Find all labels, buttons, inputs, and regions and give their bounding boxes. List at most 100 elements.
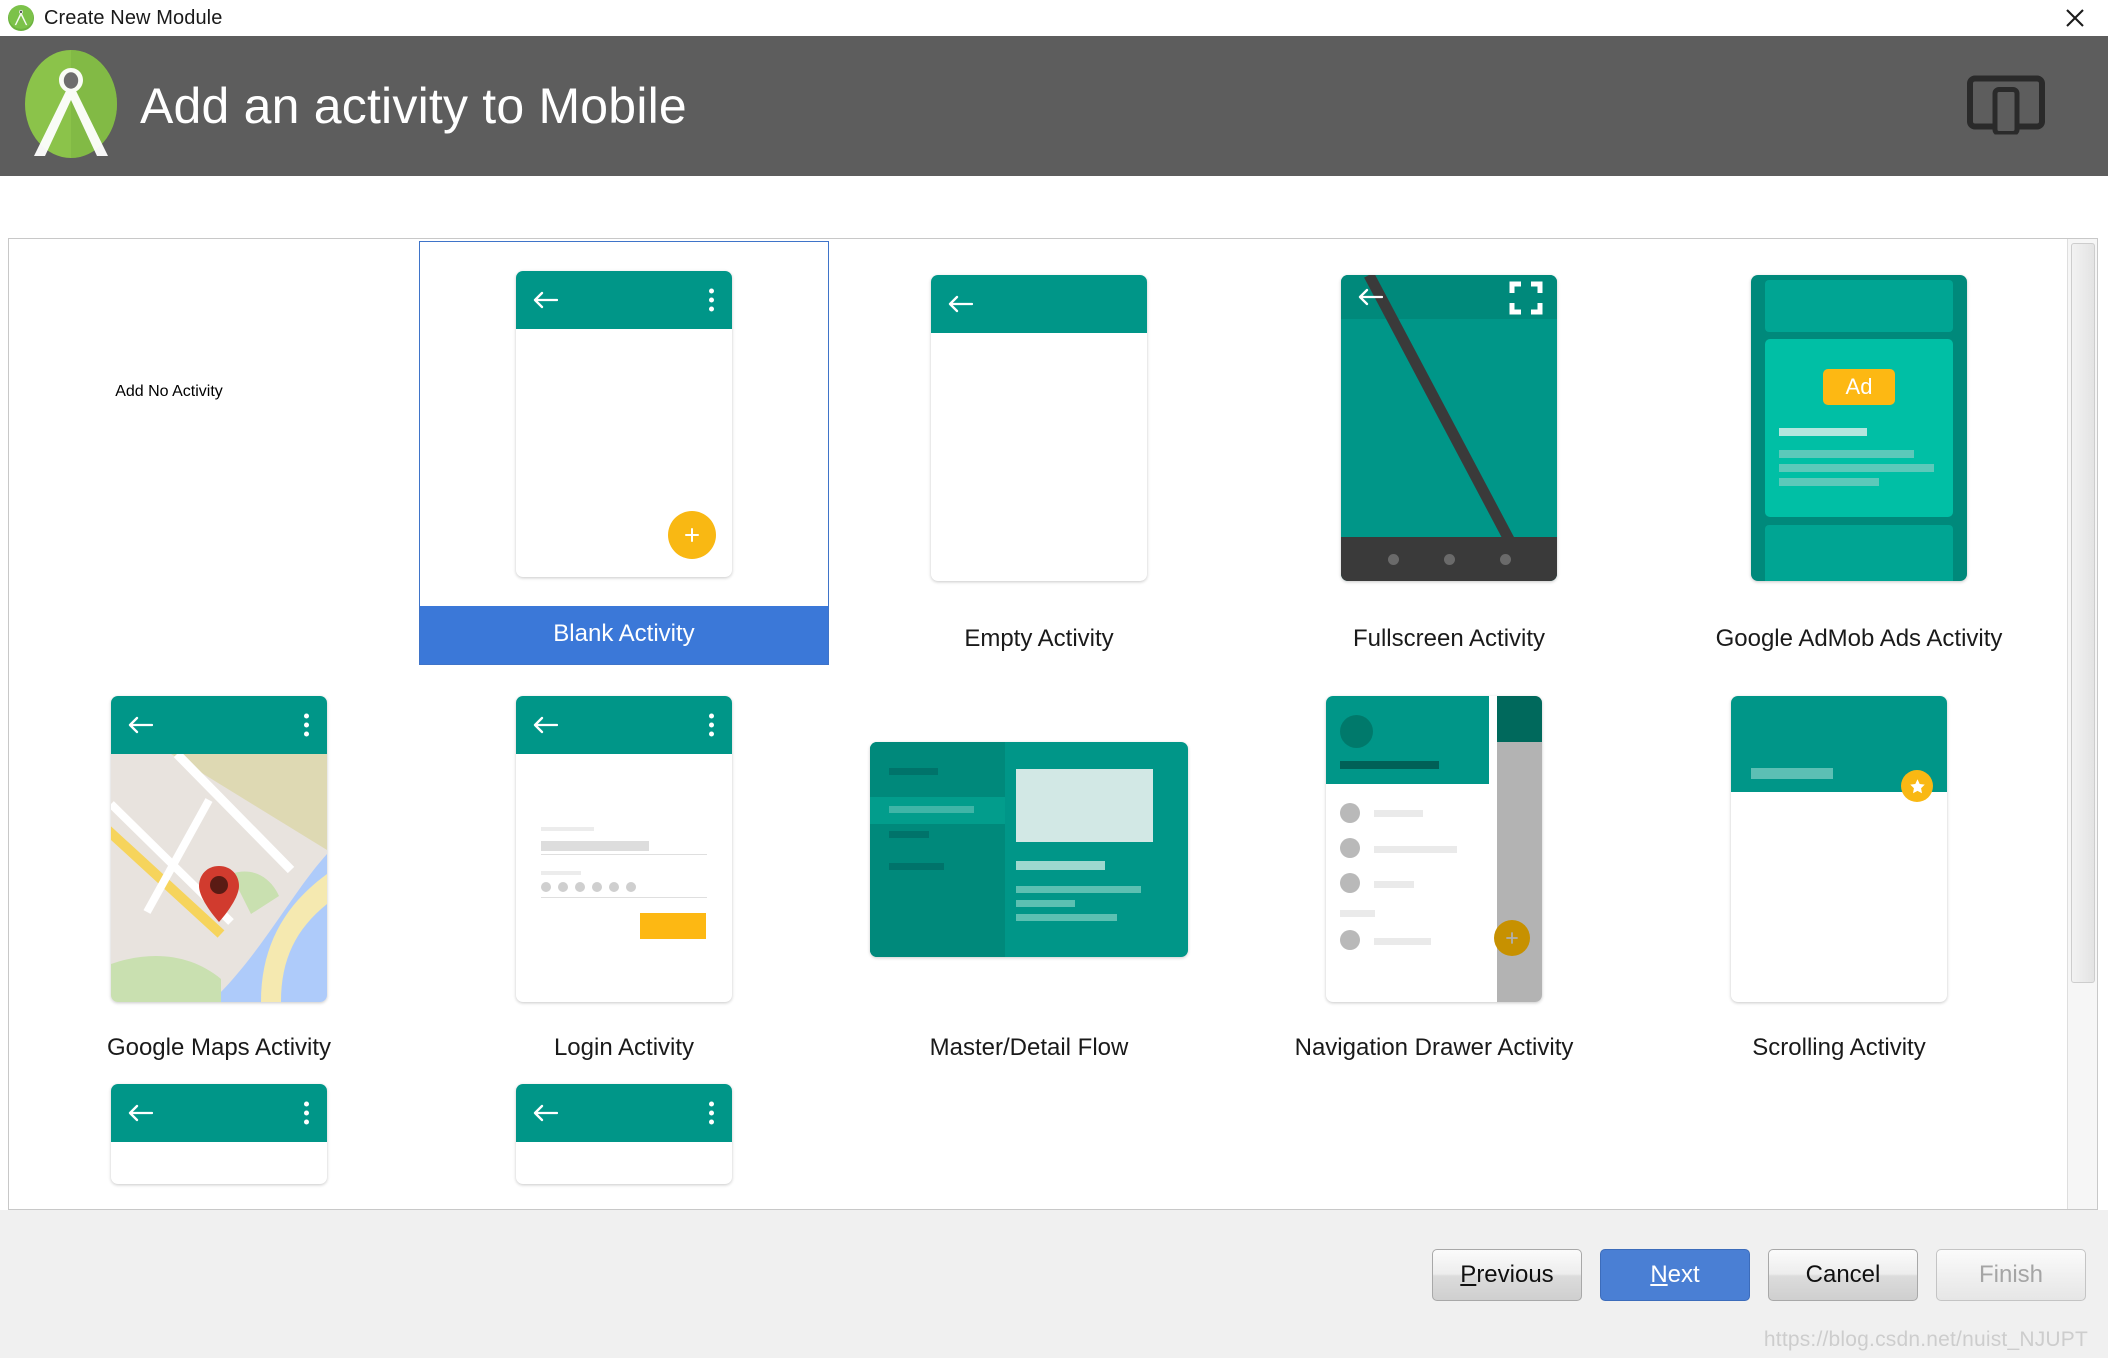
nav-dot [1387,553,1399,565]
footer-button-row: Previous Next Cancel Finish [1432,1249,2086,1301]
back-arrow-icon [948,295,973,313]
ad-content-block: Ad [1765,339,1953,517]
scrim-appbar [1497,696,1542,742]
drawer-header [1326,696,1489,784]
template-label: Navigation Drawer Activity [1294,1034,1574,1061]
template-card-login-activity[interactable]: Login Activity [424,674,824,1074]
floating-action-button [1901,770,1933,802]
vertical-scrollbar[interactable] [2067,239,2097,1209]
template-card-google-admob-ads-activity[interactable]: Ad Google AdMob Ads Activity [1654,241,2064,665]
app-bar-title-line [1751,768,1833,779]
detail-line [1016,860,1105,870]
phone-mock: Ad [1751,275,1967,581]
template-gallery-panel: Add No Activity Blank Activity Empty Act… [8,238,2098,1210]
next-button-label: ext [1667,1261,1700,1288]
template-label: Scrolling Activity [1752,1034,1926,1061]
drawer-item-icon [1340,873,1360,893]
app-bar [111,1084,327,1142]
ad-line [1779,478,1879,486]
drawer-item-icon [1340,803,1360,823]
template-card-navigation-drawer-activity[interactable]: Navigation Drawer Activity [1234,674,1634,1074]
template-thumbnail-fullscreen [1244,241,1654,615]
previous-button-label: revious [1476,1261,1554,1288]
field-value-line [541,841,649,851]
template-thumbnail-scrolling [1639,674,2039,1024]
template-card-scrolling-activity[interactable]: Scrolling Activity [1639,674,2039,1074]
nav-bar [1341,537,1557,581]
close-icon[interactable] [2060,3,2090,33]
phone-mock [931,275,1147,581]
field-label-line [541,827,594,831]
plus-icon [685,528,699,542]
overflow-menu-icon [304,713,309,737]
ad-line [1779,428,1867,436]
drawer-item-icon [1340,838,1360,858]
app-bar [516,696,732,754]
back-arrow-icon [128,716,153,734]
tablet-and-phone-icon[interactable] [1966,73,2046,140]
template-label: Blank Activity [420,606,828,664]
password-dots [541,882,636,892]
field-label-line [541,871,581,875]
fullscreen-icon [1509,281,1543,315]
template-card-partial-1[interactable] [19,1084,419,1204]
star-icon [1909,778,1925,793]
template-thumbnail-master-detail [829,674,1229,1024]
tablet-mock [870,741,1188,957]
overflow-menu-icon [709,288,714,312]
template-card-master-detail-flow[interactable]: Master/Detail Flow [829,674,1229,1074]
template-label: Google AdMob Ads Activity [1715,625,2003,652]
template-thumbnail-partial [19,1084,419,1204]
ad-bottom-block [1765,525,1953,581]
template-label: Login Activity [553,1034,695,1061]
app-bar [516,1084,732,1142]
avatar [1340,715,1373,748]
android-studio-glyph [14,9,28,26]
template-thumbnail-maps [19,674,419,1024]
template-thumbnail-empty [834,241,1244,615]
detail-line [1016,899,1075,907]
sign-in-button-mock [640,913,706,939]
template-card-partial-2[interactable] [424,1084,824,1204]
plus-icon [1506,932,1518,944]
template-card-fullscreen-activity[interactable]: Fullscreen Activity [1244,241,1654,665]
overflow-menu-icon [304,1101,309,1125]
list-line [889,805,974,813]
template-thumbnail-login [424,674,824,1024]
template-label: Master/Detail Flow [929,1034,1129,1061]
window-title-bar: Create New Module [0,0,2108,36]
list-line [889,830,929,838]
android-studio-icon [8,5,34,31]
template-card-google-maps-activity[interactable]: Google Maps Activity [19,674,419,1074]
template-label: Google Maps Activity [106,1034,332,1061]
template-card-empty-activity[interactable]: Empty Activity [834,241,1244,665]
phone-mock [516,271,732,577]
ad-line [1779,450,1914,458]
drawer-item-icon [1340,930,1360,950]
ad-badge: Ad [1823,369,1895,405]
page-title: Add an activity to Mobile [140,78,687,134]
template-label: Add No Activity [115,383,223,400]
nav-dot [1499,553,1511,565]
drawer-item-line [1374,810,1423,817]
nav-dot [1443,553,1455,565]
phone-mock [111,1084,327,1184]
finish-button: Finish [1936,1249,2086,1301]
watermark: https://blog.csdn.net/nuist_NJUPT [1763,1328,2088,1351]
android-studio-logo [14,46,134,166]
diagonal-divider [1364,275,1536,581]
template-thumbnail-partial [424,1084,824,1204]
template-card-blank-activity[interactable]: Blank Activity [419,241,829,665]
floating-action-button [668,511,716,559]
scrollbar-thumb[interactable] [2071,243,2095,983]
phone-mock [111,696,327,1002]
previous-button[interactable]: Previous [1432,1249,1582,1301]
detail-line [1016,913,1117,921]
overflow-menu-icon [709,713,714,737]
next-button[interactable]: Next [1600,1249,1750,1301]
floating-action-button [1494,920,1530,956]
android-studio-logo-glyph [25,50,117,158]
template-card-add-no-activity[interactable]: Add No Activity [19,241,319,561]
template-label: Fullscreen Activity [1352,625,1546,652]
cancel-button[interactable]: Cancel [1768,1249,1918,1301]
